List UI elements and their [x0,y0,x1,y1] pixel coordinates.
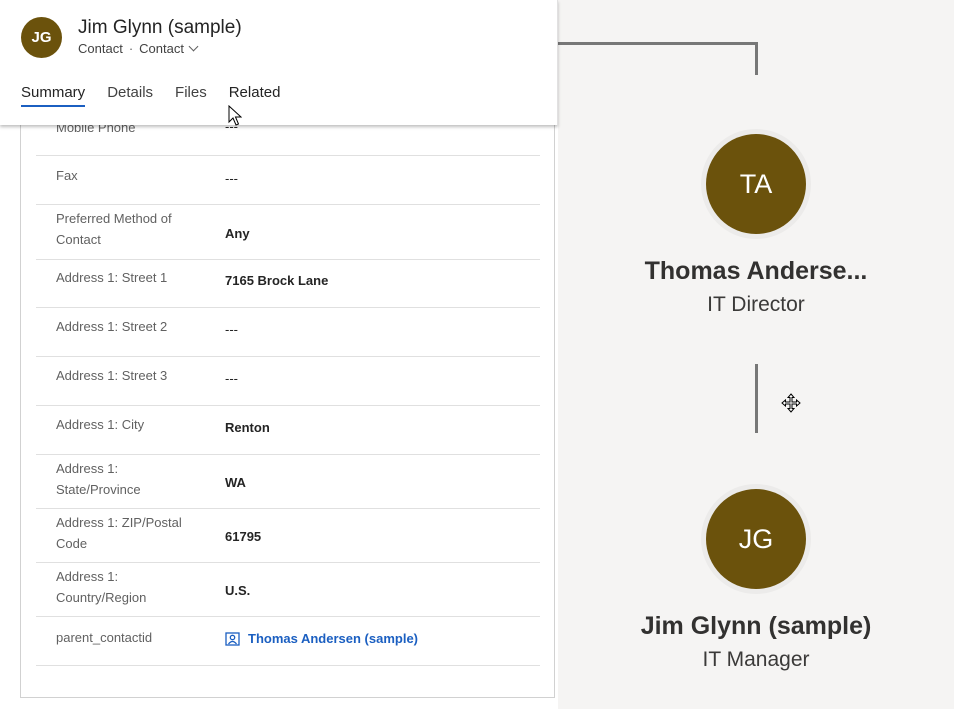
tab-files[interactable]: Files [175,84,207,107]
field-value[interactable]: --- [225,171,238,186]
field-value[interactable]: --- [225,322,238,337]
field-row-parent-contact: parent_contactid Thomas Andersen (sample… [36,617,540,666]
field-row-street1: Address 1: Street 1 7165 Brock Lane [36,260,540,308]
field-value[interactable]: Any [225,226,250,241]
node-name: Thomas Anderse... [644,257,868,285]
node-name: Jim Glynn (sample) [640,612,872,640]
field-value[interactable]: --- [225,371,238,386]
field-row-fax: Fax --- [36,156,540,205]
contact-form-panel: Mobile Phone --- Fax --- Preferred Metho… [0,0,558,709]
field-label: Address 1: Street 2 [56,319,168,334]
record-header: JG Jim Glynn (sample) Contact · Contact … [0,0,558,125]
field-label: Address 1: City [56,417,145,432]
separator: · [128,41,134,56]
summary-section: Mobile Phone --- Fax --- Preferred Metho… [20,110,555,698]
field-label: parent_contactid [56,630,153,645]
connector-line [558,42,758,45]
hierarchy-node-child[interactable]: JG Jim Glynn (sample) IT Manager [558,484,954,672]
node-role: IT Director [707,293,805,316]
field-label: Fax [56,168,78,183]
avatar: JG [706,489,806,589]
field-row-street2: Address 1: Street 2 --- [36,308,540,357]
field-label: Address 1: ZIP/Postal Code [56,515,182,551]
parent-contact-name[interactable]: Thomas Andersen (sample) [248,631,418,646]
tab-summary[interactable]: Summary [21,84,86,107]
avatar-ring: TA [701,129,811,239]
record-subtitle: Contact · Contact [78,41,199,56]
move-cursor-icon [781,393,801,413]
field-row-street3: Address 1: Street 3 --- [36,357,540,406]
field-value[interactable]: 7165 Brock Lane [225,273,328,288]
mouse-pointer-icon [228,105,242,126]
field-value[interactable]: WA [225,475,246,490]
avatar: JG [21,17,62,58]
avatar-ring: JG [701,484,811,594]
hierarchy-node-parent[interactable]: TA Thomas Anderse... IT Director [558,129,954,317]
connector-line [755,42,758,75]
field-row-country: Address 1: Country/Region U.S. [36,563,540,617]
tab-details[interactable]: Details [107,84,153,107]
field-label: Preferred Method of Contact [56,211,172,247]
form-name[interactable]: Contact [139,41,184,56]
field-label: Address 1: State/Province [56,461,141,497]
field-value[interactable]: 61795 [225,529,261,544]
field-row-state: Address 1: State/Province WA [36,455,540,509]
entity-name: Contact [78,41,123,56]
field-row-preferred-method: Preferred Method of Contact Any [36,205,540,260]
form-selector[interactable]: Contact [139,41,199,56]
field-value[interactable]: U.S. [225,583,250,598]
field-label: Address 1: Street 1 [56,270,168,285]
hierarchy-canvas[interactable]: TA Thomas Anderse... IT Director JG Jim … [558,0,954,709]
node-role: IT Manager [702,648,810,671]
contact-card-icon [225,631,240,646]
chevron-down-icon[interactable] [188,41,199,52]
parent-contact-link[interactable]: Thomas Andersen (sample) [225,631,418,646]
field-value[interactable]: Renton [225,420,270,435]
record-title: Jim Glynn (sample) [78,17,242,38]
connector-line [755,364,758,433]
tab-related[interactable]: Related [229,84,281,107]
field-label: Address 1: Street 3 [56,368,168,383]
avatar: TA [706,134,806,234]
field-row-zip: Address 1: ZIP/Postal Code 61795 [36,509,540,563]
field-label: Address 1: Country/Region [56,569,147,605]
field-row-city: Address 1: City Renton [36,406,540,455]
tab-list: Summary Details Files Related [21,84,302,107]
